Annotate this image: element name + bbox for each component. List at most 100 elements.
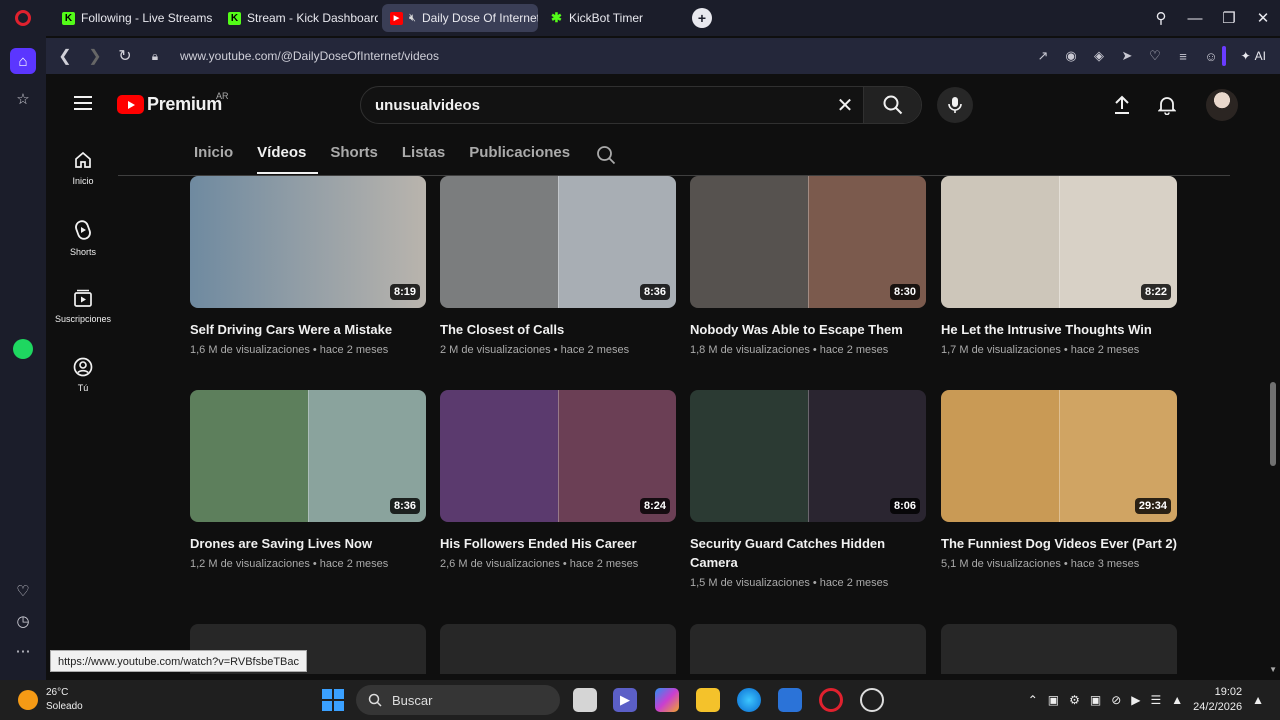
opera-gx-icon[interactable] — [860, 688, 884, 712]
new-tab-button[interactable]: + — [692, 8, 712, 28]
video-thumbnail[interactable]: 8:24 — [440, 390, 676, 522]
edge-icon[interactable] — [737, 688, 761, 712]
tab-label: Stream - Kick Dashboard — [247, 11, 378, 25]
sidebar-item-suscripciones[interactable]: Suscripciones — [46, 274, 120, 343]
more-icon[interactable]: ⋯ — [10, 638, 36, 664]
upload-button[interactable] — [1109, 92, 1135, 118]
lock-icon[interactable]: 🔒︎ — [140, 49, 170, 64]
taskbar-search[interactable]: Buscar — [356, 685, 560, 715]
url-field[interactable]: www.youtube.com/@DailyDoseOfInternet/vid… — [180, 49, 439, 63]
tab-listas[interactable]: Listas — [402, 136, 457, 174]
copilot-icon[interactable] — [655, 688, 679, 712]
video-title[interactable]: Security Guard Catches Hidden Camera — [690, 534, 926, 572]
video-card[interactable]: 8:36 The Closest of Calls 2 M de visuali… — [440, 176, 676, 356]
tab-daily-dose[interactable]: ▶ 🔇︎ Daily Dose Of Internet — [382, 4, 538, 32]
file-explorer-icon[interactable] — [696, 688, 720, 712]
muted-speaker-icon[interactable]: 🔇︎ — [409, 12, 416, 25]
video-title[interactable]: His Followers Ended His Career — [440, 534, 676, 553]
tab-kick-dashboard[interactable]: K Stream - Kick Dashboard — [220, 4, 378, 32]
opera-icon[interactable] — [819, 688, 843, 712]
network-off-icon[interactable]: ⊘ — [1111, 693, 1121, 707]
hamburger-menu-icon[interactable] — [74, 96, 92, 110]
video-card[interactable]: 8:30 Nobody Was Able to Escape Them 1,8 … — [690, 176, 926, 356]
reload-button[interactable]: ↻ — [110, 46, 140, 66]
windows-start-icon[interactable] — [322, 689, 344, 711]
weather-widget[interactable]: 26°C Soleado — [18, 686, 83, 714]
video-title[interactable]: Drones are Saving Lives Now — [190, 534, 426, 553]
volume-icon[interactable]: ▲ — [1171, 693, 1183, 707]
teams-tray-icon[interactable]: ▣ — [1090, 693, 1101, 707]
tab-publicaciones[interactable]: Publicaciones — [469, 136, 582, 174]
video-card[interactable]: 8:06 Security Guard Catches Hidden Camer… — [690, 390, 926, 589]
tab-shorts[interactable]: Shorts — [330, 136, 390, 174]
menu-lines-icon[interactable]: ≡ — [1174, 49, 1192, 64]
notifications-button[interactable] — [1154, 92, 1180, 118]
chevron-up-icon[interactable]: ⌃ — [1028, 693, 1038, 707]
ai-button[interactable]: ✦ AI — [1235, 44, 1272, 68]
tab-following[interactable]: K Following - Live Streams o — [54, 4, 216, 32]
channel-search-button[interactable] — [596, 145, 616, 165]
search-input[interactable] — [361, 96, 827, 114]
video-thumbnail[interactable]: 8:22 — [941, 176, 1177, 308]
heart-icon[interactable]: ♡ — [1146, 48, 1164, 64]
video-title[interactable]: The Closest of Calls — [440, 320, 676, 339]
voice-search-button[interactable] — [937, 87, 973, 123]
sidebar-item-inicio[interactable]: Inicio — [46, 136, 120, 205]
video-title[interactable]: Nobody Was Able to Escape Them — [690, 320, 926, 339]
video-thumbnail[interactable]: 29:34 — [941, 390, 1177, 522]
video-title[interactable]: Self Driving Cars Were a Mistake — [190, 320, 426, 339]
profile-icon[interactable]: ☺ — [1202, 49, 1220, 64]
forward-button[interactable]: ❯ — [80, 46, 110, 66]
notifications-bell-icon[interactable]: ▲ — [1252, 693, 1264, 707]
settings-tray-icon[interactable]: ⚙ — [1069, 693, 1080, 707]
video-thumbnail[interactable]: 8:06 — [690, 390, 926, 522]
microphone-icon[interactable]: ▶ — [1131, 693, 1140, 707]
opera-menu-button[interactable] — [0, 0, 46, 36]
shield-icon[interactable]: ◈ — [1090, 48, 1108, 64]
scroll-down-arrow[interactable]: ▼ — [1269, 665, 1277, 674]
star-icon[interactable]: ☆ — [10, 86, 36, 112]
video-title[interactable]: He Let the Intrusive Thoughts Win — [941, 320, 1177, 339]
video-thumbnail[interactable]: 8:30 — [690, 176, 926, 308]
video-thumbnail[interactable]: 8:36 — [440, 176, 676, 308]
clock[interactable]: 19:02 24/2/2026 — [1193, 685, 1242, 715]
minimize-button[interactable]: — — [1178, 10, 1212, 27]
back-button[interactable]: ❮ — [50, 46, 80, 66]
tab-videos[interactable]: Vídeos — [257, 136, 319, 174]
camera-icon[interactable]: ◉ — [1062, 48, 1080, 64]
send-icon[interactable]: ➤ — [1118, 48, 1136, 64]
share-icon[interactable]: ↗ — [1034, 48, 1052, 64]
tab-inicio[interactable]: Inicio — [194, 136, 245, 174]
avatar[interactable] — [1206, 89, 1238, 121]
app-tray-icon[interactable]: ▣ — [1048, 693, 1059, 707]
video-card[interactable]: 8:36 Drones are Saving Lives Now 1,2 M d… — [190, 390, 426, 570]
video-title[interactable]: The Funniest Dog Videos Ever (Part 2) — [941, 534, 1177, 553]
task-view-icon[interactable] — [573, 688, 597, 712]
heart-icon[interactable]: ♡ — [10, 578, 36, 604]
close-window-button[interactable]: ✕ — [1246, 9, 1280, 27]
maximize-button[interactable]: ❐ — [1212, 9, 1246, 27]
history-icon[interactable]: ◷ — [10, 608, 36, 634]
video-card[interactable]: 8:24 His Followers Ended His Career 2,6 … — [440, 390, 676, 570]
tab-search-icon[interactable]: ⚲ — [1144, 9, 1178, 27]
sidebar-item-shorts[interactable]: Shorts — [46, 205, 120, 274]
system-tray: ⌃ ▣ ⚙ ▣ ⊘ ▶ ☰ ▲ 19:02 24/2/2026 ▲ — [1028, 680, 1280, 720]
video-thumbnail[interactable]: 8:36 — [190, 390, 426, 522]
wifi-icon[interactable]: ☰ — [1151, 693, 1162, 707]
sidebar-item-tu[interactable]: Tú — [46, 343, 120, 412]
youtube-logo[interactable]: Premium — [117, 94, 222, 115]
video-card[interactable]: 29:34 The Funniest Dog Videos Ever (Part… — [941, 390, 1177, 570]
search-button[interactable] — [863, 87, 921, 123]
microphone-icon — [948, 97, 962, 113]
scrollbar-thumb[interactable] — [1270, 382, 1276, 466]
store-icon[interactable] — [778, 688, 802, 712]
video-card[interactable]: 8:19 Self Driving Cars Were a Mistake 1,… — [190, 176, 426, 356]
tab-kickbot-timer[interactable]: ✱ KickBot Timer — [542, 4, 682, 32]
video-thumbnail[interactable]: 8:19 — [190, 176, 426, 308]
teams-icon[interactable]: ▶ — [613, 688, 637, 712]
video-card[interactable]: 8:22 He Let the Intrusive Thoughts Win 1… — [941, 176, 1177, 356]
clear-search-icon[interactable]: ✕ — [827, 93, 863, 118]
spotify-icon[interactable] — [10, 336, 36, 362]
home-icon[interactable]: ⌂ — [10, 48, 36, 74]
weather-condition: Soleado — [46, 701, 83, 712]
